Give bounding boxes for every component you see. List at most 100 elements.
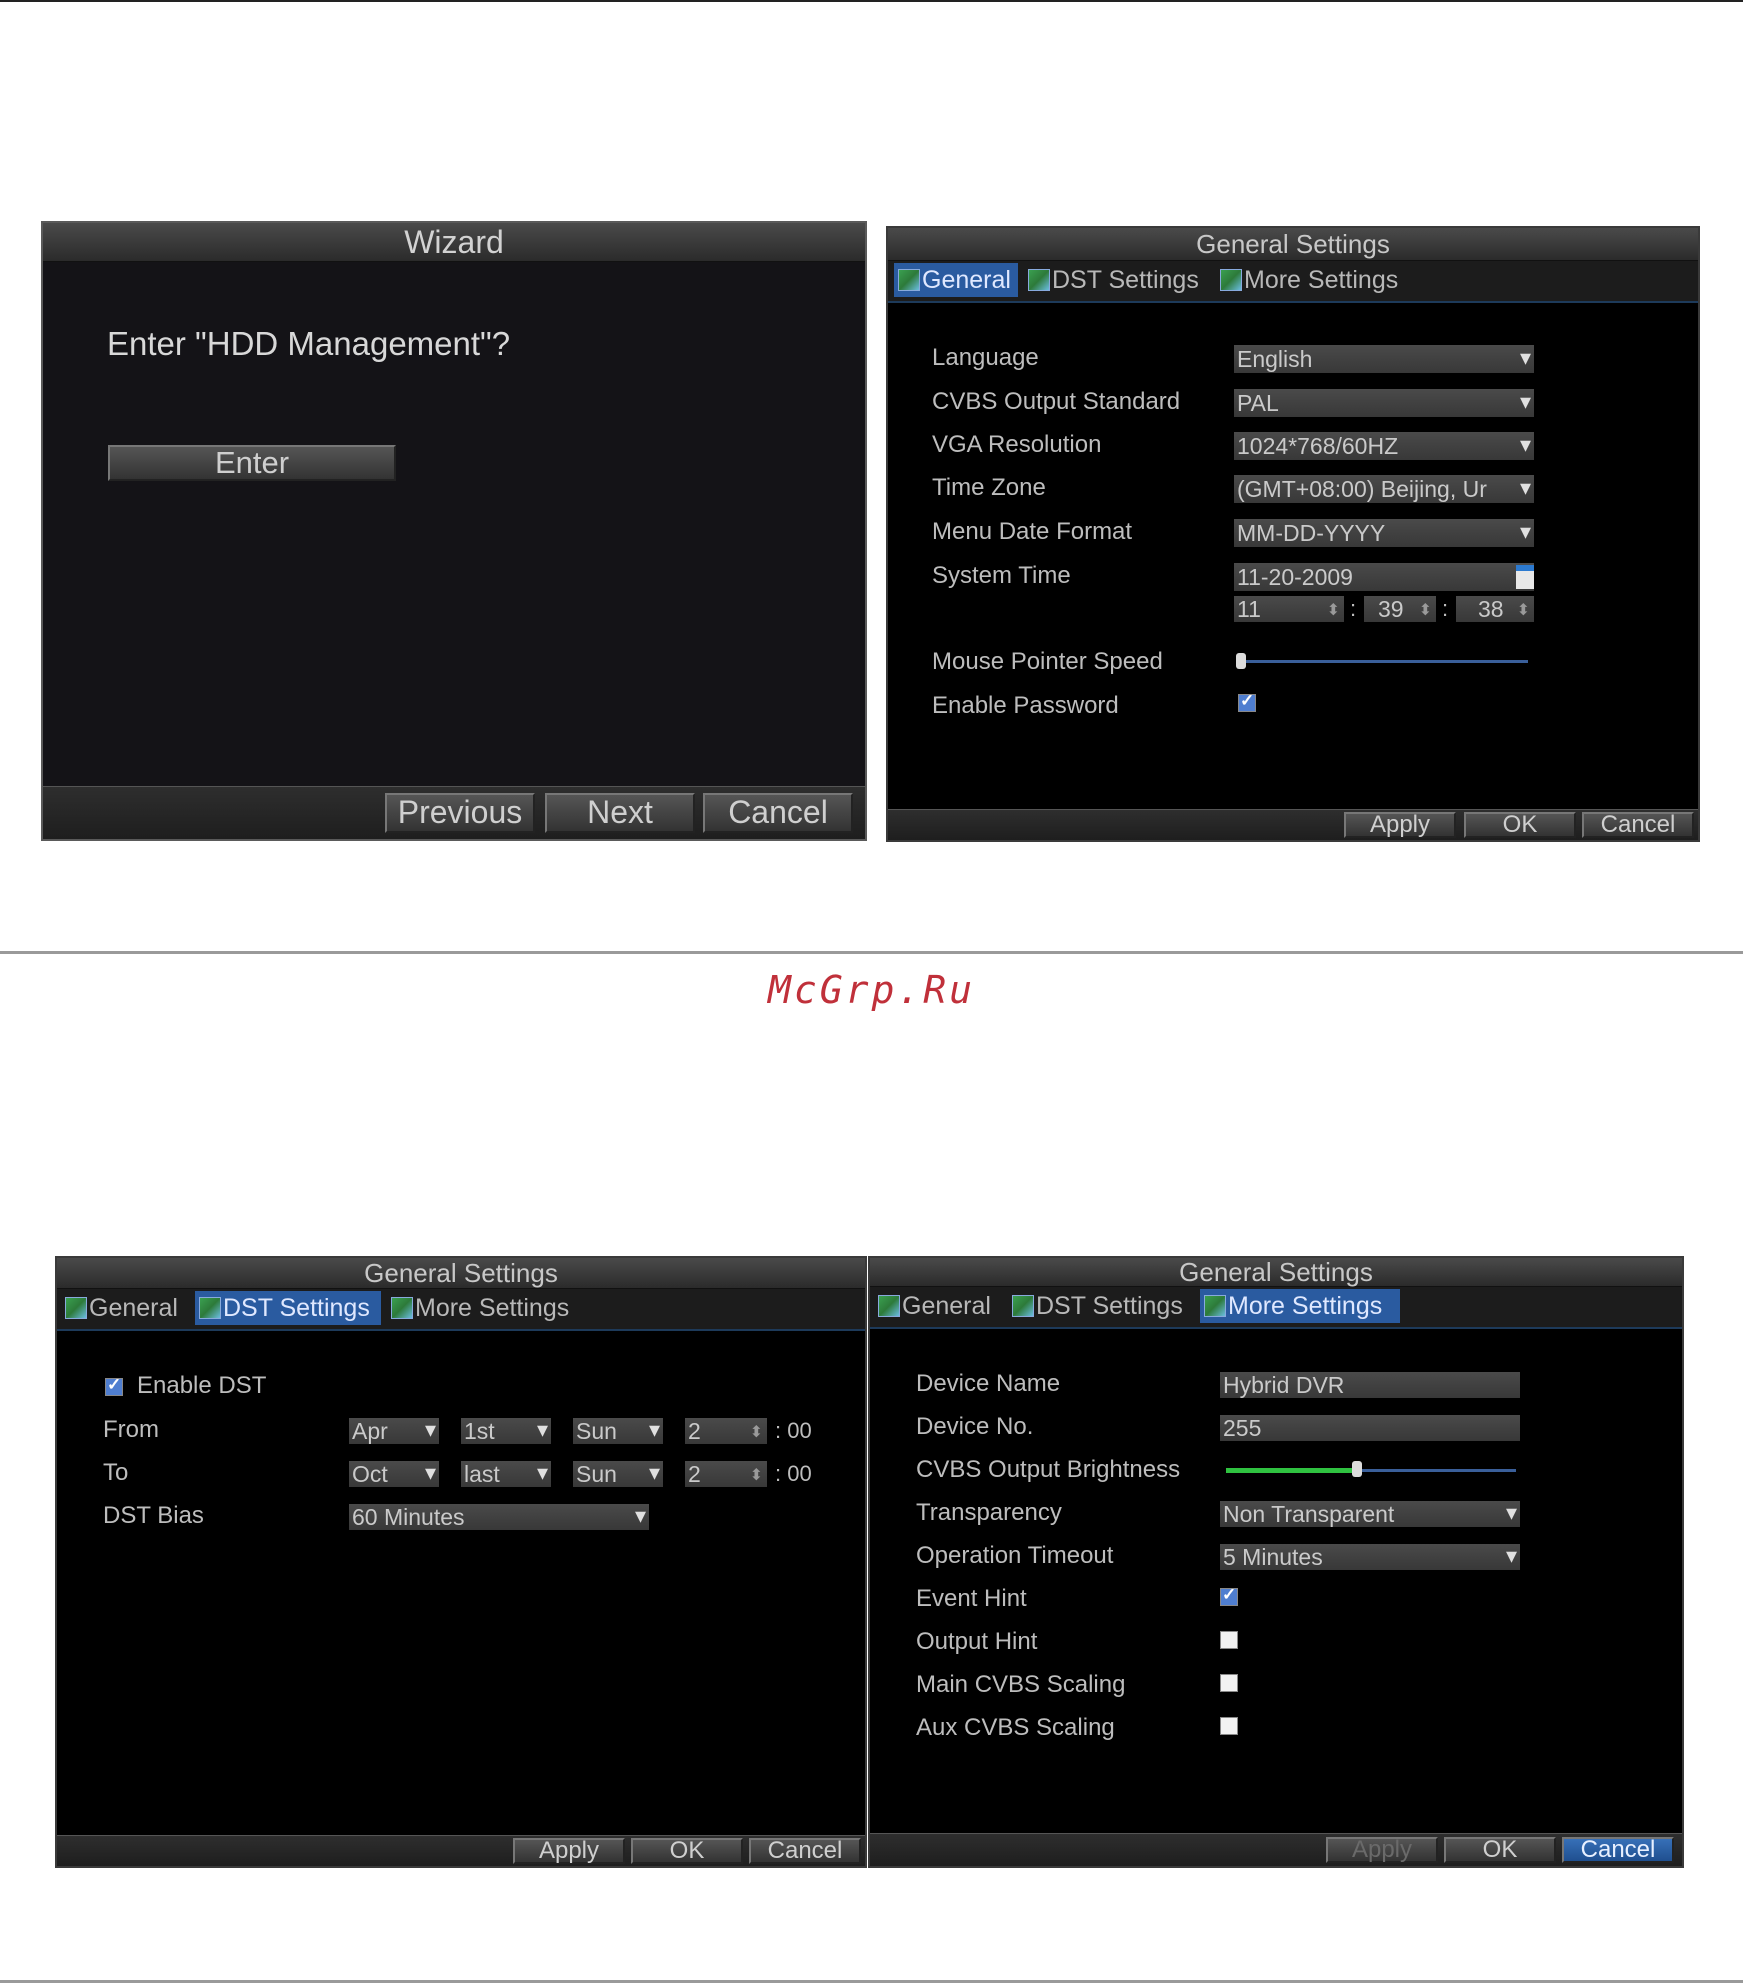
enter-button[interactable]: Enter [108,445,396,481]
output-hint-checkbox[interactable] [1220,1631,1238,1649]
tab-general[interactable]: General [61,1291,189,1325]
tab-icon [1028,269,1050,291]
tab-icon [898,269,920,291]
from-day-select[interactable]: Sun [573,1418,663,1444]
menu-date-format-label: Menu Date Format [932,518,1133,545]
to-hour-spinner[interactable]: 2 [685,1461,767,1487]
tab-dst-settings[interactable]: DST Settings [195,1291,381,1325]
system-date-field[interactable]: 11-20-2009 [1234,563,1534,591]
cancel-button[interactable]: Cancel [703,793,853,833]
tab-general[interactable]: General [874,1289,1002,1323]
from-week-select[interactable]: 1st [461,1418,551,1444]
from-hour-spinner[interactable]: 2 [685,1418,767,1444]
dialog-footer: Apply OK Cancel [57,1835,865,1866]
cvbs-output-standard-select[interactable]: PAL [1234,389,1534,417]
more-settings-dialog: General Settings General DST Settings Mo… [868,1256,1684,1868]
tab-icon [1204,1295,1226,1317]
enable-password-label: Enable Password [932,692,1119,719]
hour-spinner[interactable]: 11 [1234,596,1344,622]
transparency-select[interactable]: Non Transparent [1220,1501,1520,1527]
wizard-dialog: Wizard Enter "HDD Management"? Enter Pre… [41,221,867,841]
enable-password-checkbox[interactable] [1238,691,1256,712]
apply-button[interactable]: Apply [513,1838,625,1864]
apply-button[interactable]: Apply [1326,1837,1438,1863]
minute-spinner[interactable]: 39 [1364,596,1436,622]
watermark: McGrp.Ru [767,968,976,1012]
main-cvbs-scaling-label: Main CVBS Scaling [916,1671,1126,1698]
tab-more-settings[interactable]: More Settings [1200,1289,1400,1323]
time-zone-label: Time Zone [932,474,1046,501]
time-separator: : [1350,596,1357,621]
transparency-label: Transparency [916,1499,1062,1526]
language-select[interactable]: English [1234,345,1534,373]
section-rule [0,951,1743,954]
system-time-label: System Time [932,562,1071,589]
menu-date-format-select[interactable]: MM-DD-YYYY [1234,519,1534,547]
tab-icon [391,1297,413,1319]
brightness-slider-knob[interactable] [1352,1461,1362,1477]
dialog-title: General Settings [57,1258,865,1289]
to-week-select[interactable]: last [461,1461,551,1487]
event-hint-label: Event Hint [916,1585,1027,1612]
to-label: To [103,1459,129,1486]
from-label: From [103,1416,159,1443]
top-rule [0,0,1743,2]
wizard-question: Enter "HDD Management"? [107,325,511,362]
cancel-button[interactable]: Cancel [1582,812,1694,838]
tab-dst-settings[interactable]: DST Settings [1024,263,1210,297]
time-separator: : [1442,596,1449,621]
dst-bias-label: DST Bias [103,1502,204,1529]
cancel-button[interactable]: Cancel [1562,1837,1674,1863]
main-cvbs-scaling-checkbox[interactable] [1220,1674,1238,1692]
apply-button[interactable]: Apply [1344,812,1456,838]
device-name-input[interactable]: Hybrid DVR [1220,1372,1520,1398]
cvbs-output-brightness-label: CVBS Output Brightness [916,1456,1181,1483]
device-no-label: Device No. [916,1413,1034,1440]
dialog-title: General Settings [888,228,1698,261]
calendar-icon[interactable] [1516,565,1534,589]
next-button[interactable]: Next [545,793,695,833]
mouse-pointer-speed-label: Mouse Pointer Speed [932,648,1163,675]
to-month-select[interactable]: Oct [349,1461,439,1487]
tab-general[interactable]: General [894,263,1018,297]
output-hint-label: Output Hint [916,1628,1038,1655]
vga-resolution-select[interactable]: 1024*768/60HZ [1234,432,1534,460]
from-month-select[interactable]: Apr [349,1418,439,1444]
ok-button[interactable]: OK [631,1838,743,1864]
enable-dst-checkbox[interactable] [105,1375,123,1396]
tab-dst-settings[interactable]: DST Settings [1008,1289,1194,1323]
mouse-speed-slider-track[interactable] [1238,660,1528,663]
wizard-footer: Previous Next Cancel [43,786,865,839]
ok-button[interactable]: OK [1444,1837,1556,1863]
vga-resolution-label: VGA Resolution [932,431,1102,458]
ok-button[interactable]: OK [1464,812,1576,838]
language-label: Language [932,344,1039,371]
tab-bar: General DST Settings More Settings [57,1289,865,1331]
tab-icon [1220,269,1242,291]
tab-more-settings[interactable]: More Settings [1216,263,1416,297]
brightness-slider-fill [1226,1468,1357,1473]
dialog-footer: Apply OK Cancel [870,1833,1682,1866]
previous-button[interactable]: Previous [385,793,535,833]
device-name-label: Device Name [916,1370,1061,1397]
mouse-speed-slider-knob[interactable] [1236,653,1246,669]
cancel-button[interactable]: Cancel [749,1838,861,1864]
tab-bar: General DST Settings More Settings [870,1287,1682,1329]
tab-more-settings[interactable]: More Settings [387,1291,587,1325]
to-day-select[interactable]: Sun [573,1461,663,1487]
general-settings-dialog: General Settings General DST Settings Mo… [886,226,1700,842]
tab-bar: General DST Settings More Settings [888,261,1698,303]
device-no-input[interactable]: 255 [1220,1415,1520,1441]
cvbs-output-standard-label: CVBS Output Standard [932,388,1181,415]
tab-icon [65,1297,87,1319]
tab-icon [199,1297,221,1319]
event-hint-checkbox[interactable] [1220,1585,1238,1606]
dialog-title: General Settings [870,1258,1682,1287]
wizard-title: Wizard [43,223,865,262]
time-zone-select[interactable]: (GMT+08:00) Beijing, Ur [1234,475,1534,503]
from-minutes-text: : 00 [775,1418,812,1443]
dst-bias-select[interactable]: 60 Minutes [349,1504,649,1530]
second-spinner[interactable]: 38 [1456,596,1534,622]
operation-timeout-select[interactable]: 5 Minutes [1220,1544,1520,1570]
aux-cvbs-scaling-checkbox[interactable] [1220,1717,1238,1735]
